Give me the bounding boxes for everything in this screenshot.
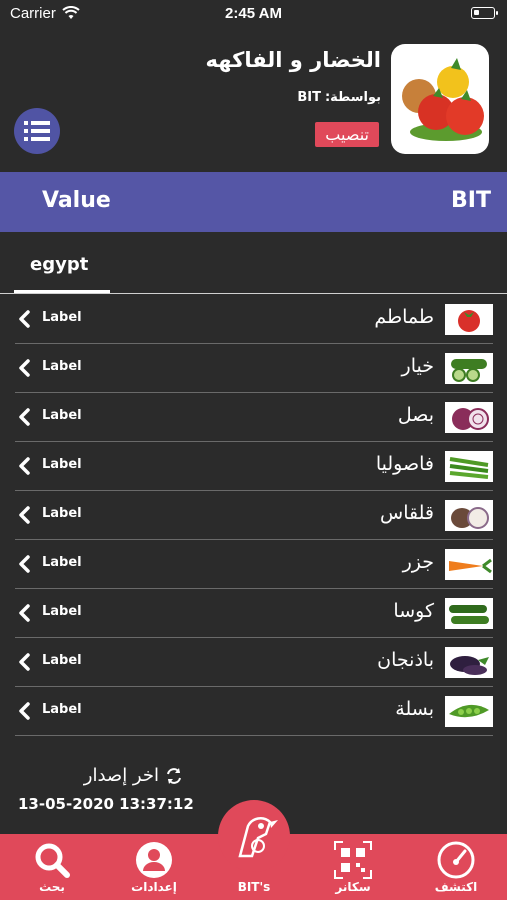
value-bar: Value BIT [0, 172, 507, 232]
bits-center-button[interactable] [218, 800, 290, 872]
item-value-label: Label [42, 310, 82, 325]
last-version: اخر إصدار [84, 765, 183, 786]
status-bar: Carrier 2:45 AM [0, 0, 507, 28]
chevron-left-icon [19, 408, 30, 426]
clock: 2:45 AM [225, 5, 282, 22]
list-item[interactable]: Label باذنجان [15, 638, 493, 687]
tab-scanner-label: سكانر [335, 880, 371, 894]
tab-settings-label: إعدادات [131, 880, 177, 894]
item-value-label: Label [42, 653, 82, 668]
value-heading: Value [42, 188, 111, 213]
item-value-label: Label [42, 702, 82, 717]
last-version-label: اخر إصدار [83, 765, 159, 786]
list-item[interactable]: Label خيار [15, 344, 493, 393]
item-list[interactable]: Label طماطم Label خيار Label بصل Label فاصوليا L… [15, 295, 493, 747]
list-item[interactable]: Label بصل [15, 393, 493, 442]
item-value-label: Label [42, 555, 82, 570]
item-value-label: Label [42, 604, 82, 619]
list-item[interactable]: Label فاصوليا [15, 442, 493, 491]
chevron-left-icon [19, 310, 30, 328]
list-item[interactable]: Label جزر [15, 540, 493, 589]
peas-icon [445, 696, 493, 727]
item-value-label: Label [42, 359, 82, 374]
tab-egypt[interactable]: egypt [14, 232, 110, 293]
tab-settings[interactable]: إعدادات [114, 834, 194, 900]
chevron-left-icon [19, 457, 30, 475]
chevron-left-icon [19, 604, 30, 622]
publisher-value: BIT [297, 90, 321, 105]
item-name: قلقاس [380, 502, 434, 524]
item-name: فاصوليا [375, 453, 434, 475]
item-value-label: Label [42, 408, 82, 423]
item-name: بصل [397, 404, 434, 426]
version-timestamp: 13-05-2020 13:37:12 [18, 795, 194, 813]
list-item[interactable]: Label كوسا [15, 589, 493, 638]
tab-discover[interactable]: اكتشف [416, 834, 496, 900]
chevron-left-icon [19, 359, 30, 377]
tab-egypt-label: egypt [30, 254, 89, 275]
onion-icon [445, 402, 493, 433]
zucchini-icon [445, 598, 493, 629]
app-header: الخضار و الفاكهه بواسطة: BIT تنصيب [0, 28, 507, 172]
list-item[interactable]: Label طماطم [15, 295, 493, 344]
list-item[interactable]: Label بسلة [15, 687, 493, 736]
item-name: بسلة [395, 698, 434, 720]
gauge-icon [437, 841, 475, 879]
beans-icon [445, 451, 493, 482]
battery-icon [471, 7, 498, 19]
tab-discover-label: اكتشف [434, 880, 478, 894]
item-name: باذنجان [377, 649, 434, 671]
chevron-left-icon [19, 506, 30, 524]
item-name: طماطم [374, 306, 434, 328]
install-button[interactable]: تنصيب [315, 122, 379, 147]
eggplant-icon [445, 647, 493, 678]
taro-icon [445, 500, 493, 531]
list-icon [24, 121, 50, 141]
bird-logo-icon [238, 817, 278, 858]
chevron-left-icon [19, 653, 30, 671]
qr-code-icon [334, 841, 372, 879]
tab-search[interactable]: بحث [12, 834, 92, 900]
chevron-left-icon [19, 555, 30, 573]
cucumber-icon [445, 353, 493, 384]
tab-search-label: بحث [39, 880, 65, 894]
country-tabs: egypt [0, 232, 507, 294]
tab-scanner[interactable]: سكانر [313, 834, 393, 900]
list-item[interactable]: Label قلقاس [15, 491, 493, 540]
app-publisher: بواسطة: BIT [297, 90, 381, 105]
user-icon [136, 842, 172, 878]
bits-center-label: BIT's [237, 880, 271, 894]
publisher-label: بواسطة: [324, 90, 381, 105]
item-value-label: Label [42, 506, 82, 521]
item-value-label: Label [42, 457, 82, 472]
carrot-icon [445, 549, 493, 580]
search-icon [35, 843, 70, 878]
menu-button[interactable] [14, 108, 60, 154]
refresh-icon[interactable] [165, 767, 183, 785]
bit-heading: BIT [451, 188, 491, 213]
item-name: خيار [401, 355, 434, 377]
vegetables-icon [402, 58, 484, 141]
item-name: جزر [402, 551, 434, 573]
app-icon [391, 44, 489, 154]
app-title: الخضار و الفاكهه [205, 48, 381, 72]
chevron-left-icon [19, 702, 30, 720]
tomato-icon [445, 304, 493, 335]
item-name: كوسا [393, 600, 434, 622]
